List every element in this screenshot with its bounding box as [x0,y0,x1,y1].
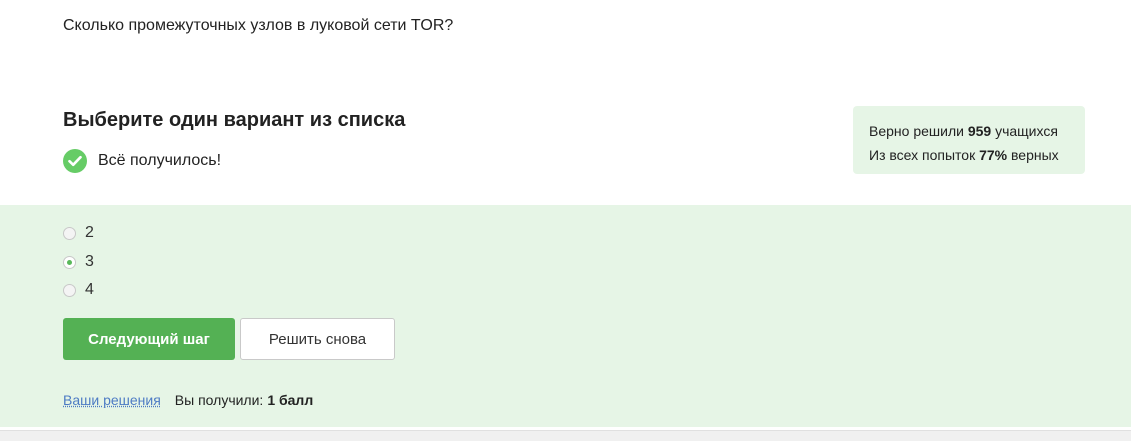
stats-panel: Верно решили 959 учащихся Из всех попыто… [853,106,1085,174]
option-label: 4 [85,281,94,298]
section-title: Выберите один вариант из списка [63,109,406,131]
option-3[interactable]: 3 [63,253,94,271]
question-text: Сколько промежуточных узлов в луковой се… [63,17,454,34]
option-2[interactable]: 2 [63,224,94,242]
solved-count: 959 [967,123,992,139]
radio-button[interactable] [63,283,76,297]
success-text: Всё получилось! [98,152,222,169]
attempts-percent: 77% [979,147,1008,163]
success-message: Всё получилось! [63,149,221,173]
bottom-divider [0,430,1131,441]
next-step-button[interactable]: Следующий шаг [63,318,235,360]
attempts-stat: Из всех попыток 77% верных [869,147,1059,163]
score-value: 1 балл [267,392,314,408]
retry-button[interactable]: Решить снова [240,318,395,360]
option-4[interactable]: 4 [63,281,94,299]
solved-stat: Верно решили 959 учащихся [869,123,1058,139]
option-label: 3 [85,253,94,270]
radio-button-selected[interactable] [63,255,76,269]
radio-button[interactable] [63,226,76,240]
check-circle-icon [63,149,87,173]
footer-row: Ваши решения Вы получили: 1 балл [63,392,313,408]
option-label: 2 [85,224,94,241]
score-label: Вы получили: [174,392,264,408]
your-solutions-link[interactable]: Ваши решения [63,392,161,408]
